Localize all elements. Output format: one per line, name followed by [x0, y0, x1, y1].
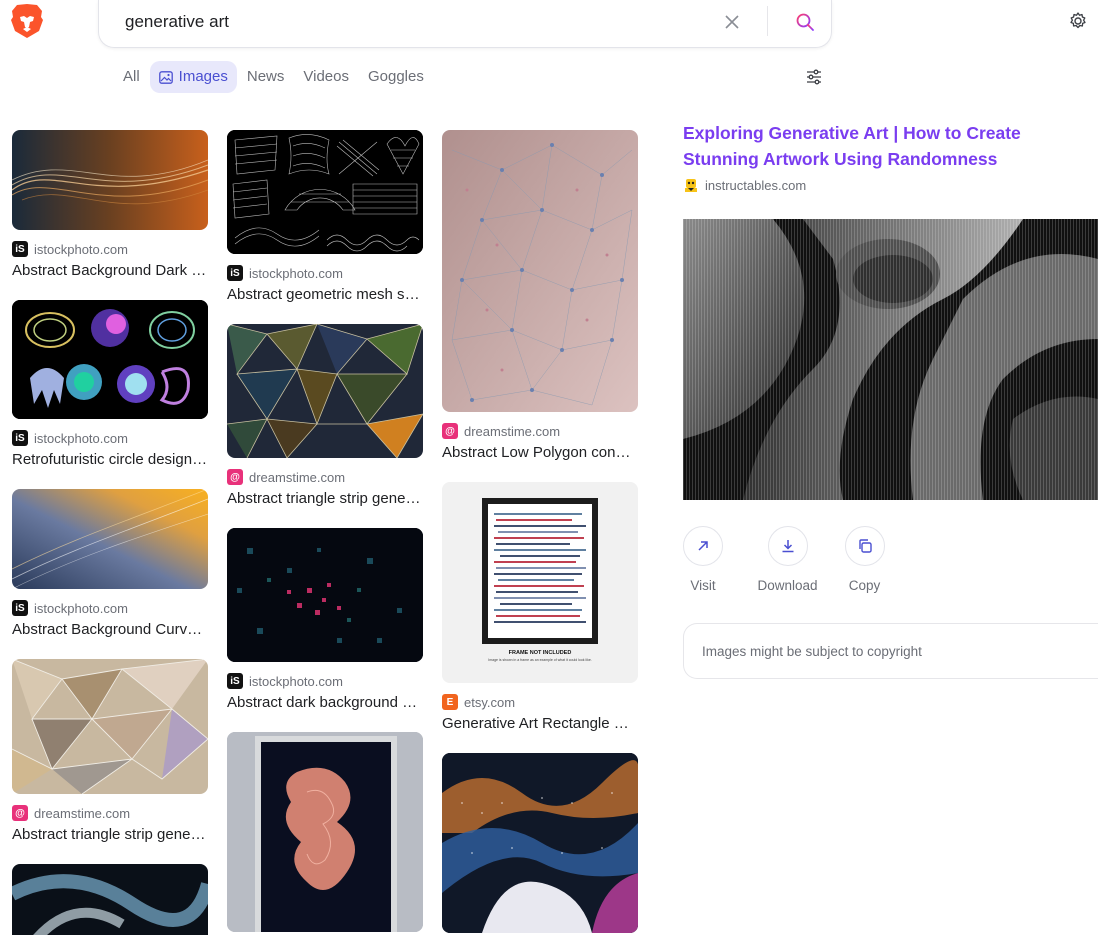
- image-result[interactable]: iS istockphoto.com Abstract Background Cu…: [12, 489, 208, 638]
- result-thumbnail[interactable]: [12, 300, 208, 419]
- image-result[interactable]: iS istockphoto.com Abstract Background Da…: [12, 130, 208, 279]
- search-button[interactable]: [793, 10, 817, 34]
- search-icon: [796, 13, 814, 31]
- result-thumbnail[interactable]: [12, 864, 208, 935]
- search-divider: [767, 6, 768, 36]
- brave-logo[interactable]: [10, 3, 44, 39]
- istock-icon: iS: [227, 265, 243, 281]
- detail-source[interactable]: instructables.com: [683, 177, 1098, 193]
- image-result[interactable]: iS istockphoto.com Retrofuturistic circle…: [12, 300, 208, 468]
- filters-button[interactable]: [805, 68, 823, 86]
- result-thumbnail[interactable]: [227, 130, 423, 254]
- dreamstime-icon: @: [442, 423, 458, 439]
- arrow-up-right-icon: [698, 541, 708, 551]
- result-title[interactable]: Abstract triangle strip generative art: [227, 490, 423, 507]
- instructables-icon: [683, 177, 699, 193]
- tab-all[interactable]: All: [114, 61, 149, 93]
- result-thumbnail[interactable]: [12, 659, 208, 794]
- tab-videos[interactable]: Videos: [294, 61, 358, 93]
- result-thumbnail[interactable]: [227, 528, 423, 662]
- image-result[interactable]: iS istockphoto.com Abstract dark backgrou…: [227, 528, 423, 711]
- results-column-1: iS istockphoto.com Abstract Background Da…: [12, 130, 208, 935]
- result-title[interactable]: Abstract dark background with squares: [227, 694, 423, 711]
- image-result[interactable]: [442, 753, 638, 933]
- result-title[interactable]: Abstract Background Dark Orange Wave: [12, 262, 208, 279]
- clear-search-button[interactable]: [721, 11, 743, 33]
- result-title[interactable]: Retrofuturistic circle design elements: [12, 451, 208, 468]
- tab-news[interactable]: News: [238, 61, 294, 93]
- result-title[interactable]: Abstract Background Curved Light: [12, 621, 208, 638]
- result-title[interactable]: Abstract geometric mesh shapes set: [227, 286, 423, 303]
- gear-icon: [1070, 12, 1086, 29]
- results-column-3: @ dreamstime.com Abstract Low Polygon con…: [442, 130, 638, 933]
- frame-note: Image is shown in a frame as an example …: [488, 658, 592, 662]
- download-button[interactable]: Download: [749, 526, 826, 593]
- search-box: generative art: [98, 0, 832, 48]
- frame-label: FRAME NOT INCLUDED: [509, 650, 572, 656]
- result-title[interactable]: Abstract Low Polygon connection: [442, 444, 638, 461]
- image-result[interactable]: [12, 864, 208, 935]
- image-result[interactable]: iS istockphoto.com Abstract geometric mes…: [227, 130, 423, 303]
- detail-title-link[interactable]: Exploring Generative Art | How to Create…: [683, 120, 1043, 172]
- dreamstime-icon: @: [12, 805, 28, 821]
- detail-preview-image[interactable]: [683, 219, 1098, 500]
- dreamstime-icon: @: [227, 469, 243, 485]
- image-icon: [158, 70, 173, 84]
- result-title[interactable]: Abstract triangle strip generative art: [12, 826, 208, 843]
- result-thumbnail[interactable]: [12, 489, 208, 589]
- sliders-icon: [807, 69, 821, 85]
- copy-icon: [858, 539, 872, 553]
- istock-icon: iS: [12, 600, 28, 616]
- search-tabs: All Images News Videos Goggles: [114, 61, 433, 93]
- result-thumbnail[interactable]: [227, 324, 423, 458]
- image-detail-panel: Exploring Generative Art | How to Create…: [683, 120, 1098, 679]
- download-icon: [782, 540, 793, 553]
- visit-button[interactable]: Visit: [683, 526, 723, 593]
- tab-images[interactable]: Images: [149, 61, 237, 93]
- copyright-notice: Images might be subject to copyright: [683, 623, 1098, 679]
- result-thumbnail[interactable]: [442, 130, 638, 412]
- close-icon: [725, 15, 739, 29]
- istock-icon: iS: [12, 430, 28, 446]
- istock-icon: iS: [12, 241, 28, 257]
- result-title[interactable]: Generative Art Rectangle Print: [442, 715, 638, 732]
- result-thumbnail[interactable]: [227, 732, 423, 932]
- search-input[interactable]: generative art: [125, 12, 229, 32]
- tab-goggles[interactable]: Goggles: [359, 61, 433, 93]
- detail-actions: Visit Download Copy: [683, 526, 1098, 593]
- image-result[interactable]: @ dreamstime.com Abstract triangle strip …: [12, 659, 208, 843]
- image-result[interactable]: FRAME NOT INCLUDED Image is shown in a f…: [442, 482, 638, 732]
- settings-button[interactable]: [1068, 11, 1088, 31]
- etsy-icon: E: [442, 694, 458, 710]
- image-result[interactable]: [227, 732, 423, 932]
- results-column-2: iS istockphoto.com Abstract geometric mes…: [227, 130, 423, 932]
- result-thumbnail[interactable]: [442, 753, 638, 933]
- istock-icon: iS: [227, 673, 243, 689]
- image-result[interactable]: @ dreamstime.com Abstract Low Polygon con…: [442, 130, 638, 461]
- result-thumbnail[interactable]: FRAME NOT INCLUDED Image is shown in a f…: [442, 482, 638, 683]
- copy-button[interactable]: Copy: [826, 526, 903, 593]
- result-thumbnail[interactable]: [12, 130, 208, 230]
- image-result[interactable]: @ dreamstime.com Abstract triangle strip …: [227, 324, 423, 507]
